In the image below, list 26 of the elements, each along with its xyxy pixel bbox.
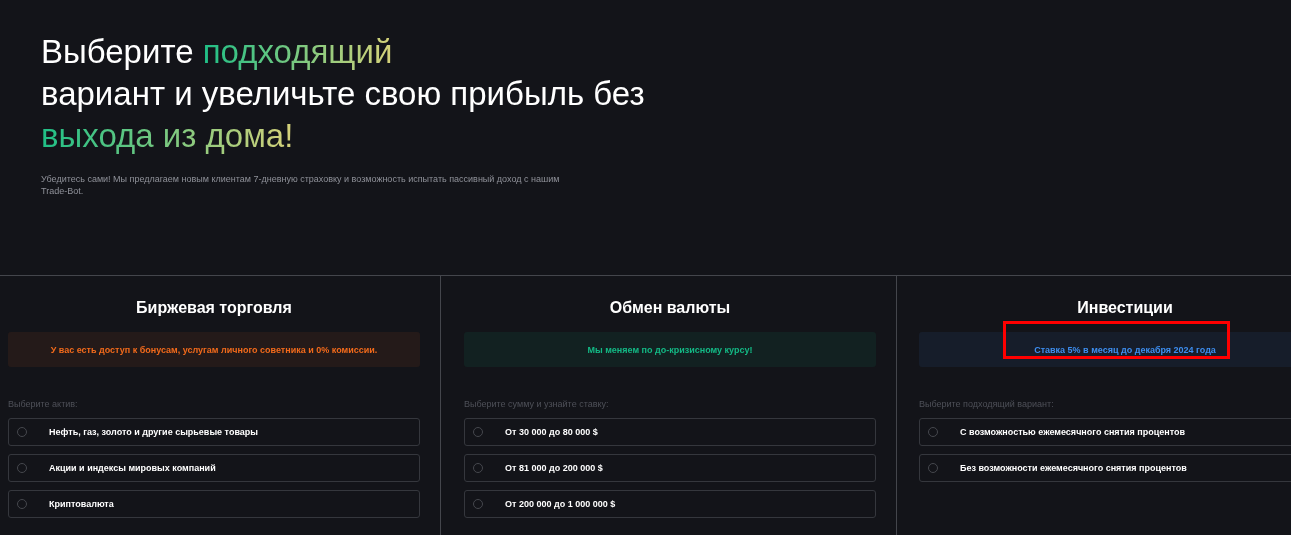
option-label: Акции и индексы мировых компаний [49, 463, 216, 473]
option-row[interactable]: Без возможности ежемесячного снятия процентов [919, 454, 1291, 482]
field-label: Выберите актив: [8, 398, 79, 410]
option-row[interactable]: Нефть, газ, золото и другие сырьевые товары [8, 418, 420, 446]
column-title: Обмен валюты [608, 298, 732, 318]
option-label: От 30 000 до 80 000 $ [505, 427, 598, 437]
notice-text: У вас есть доступ к бонусам, услугам личного советника и 0% комиссии. [50, 344, 378, 355]
option-row[interactable]: От 200 000 до 1 000 000 $ [464, 490, 876, 518]
option-label: От 81 000 до 200 000 $ [505, 463, 603, 473]
option-label: С возможностью ежемесячного снятия процентов [960, 427, 1186, 437]
notice-text: Ставка 5% в месяц до декабря 2024 года [1034, 344, 1216, 355]
option-row[interactable]: От 81 000 до 200 000 $ [464, 454, 876, 482]
option-label: Нефть, газ, золото и другие сырьевые товары [49, 427, 258, 437]
intro-text: Убедитесь сами! Мы предлагаем новым клиентам 7-дневную страховку и возможность испытать пассивный доход с нашим Trade-Bot. [41, 173, 561, 197]
option-row[interactable]: Акции и индексы мировых компаний [8, 454, 420, 482]
option-label: Без возможности ежемесячного снятия процентов [960, 463, 1187, 473]
option-label: От 200 000 до 1 000 000 $ [505, 499, 616, 509]
column-title: Инвестиции [1076, 298, 1174, 318]
option-label: Криптовалюта [49, 499, 114, 509]
option-row[interactable]: С возможностью ежемесячного снятия процентов [919, 418, 1291, 446]
field-label: Выберите подходящий вариант: [919, 398, 1055, 410]
column-title: Биржевая торговля [135, 298, 293, 318]
option-row[interactable]: От 30 000 до 80 000 $ [464, 418, 876, 446]
page-heading: Выберите подходящий вариант и увеличьте свою прибыль без выхода из дома! [41, 32, 646, 156]
option-row[interactable]: Криптовалюта [8, 490, 420, 518]
notice-text: Мы меняем по до-кризисному курсу! [587, 344, 753, 355]
